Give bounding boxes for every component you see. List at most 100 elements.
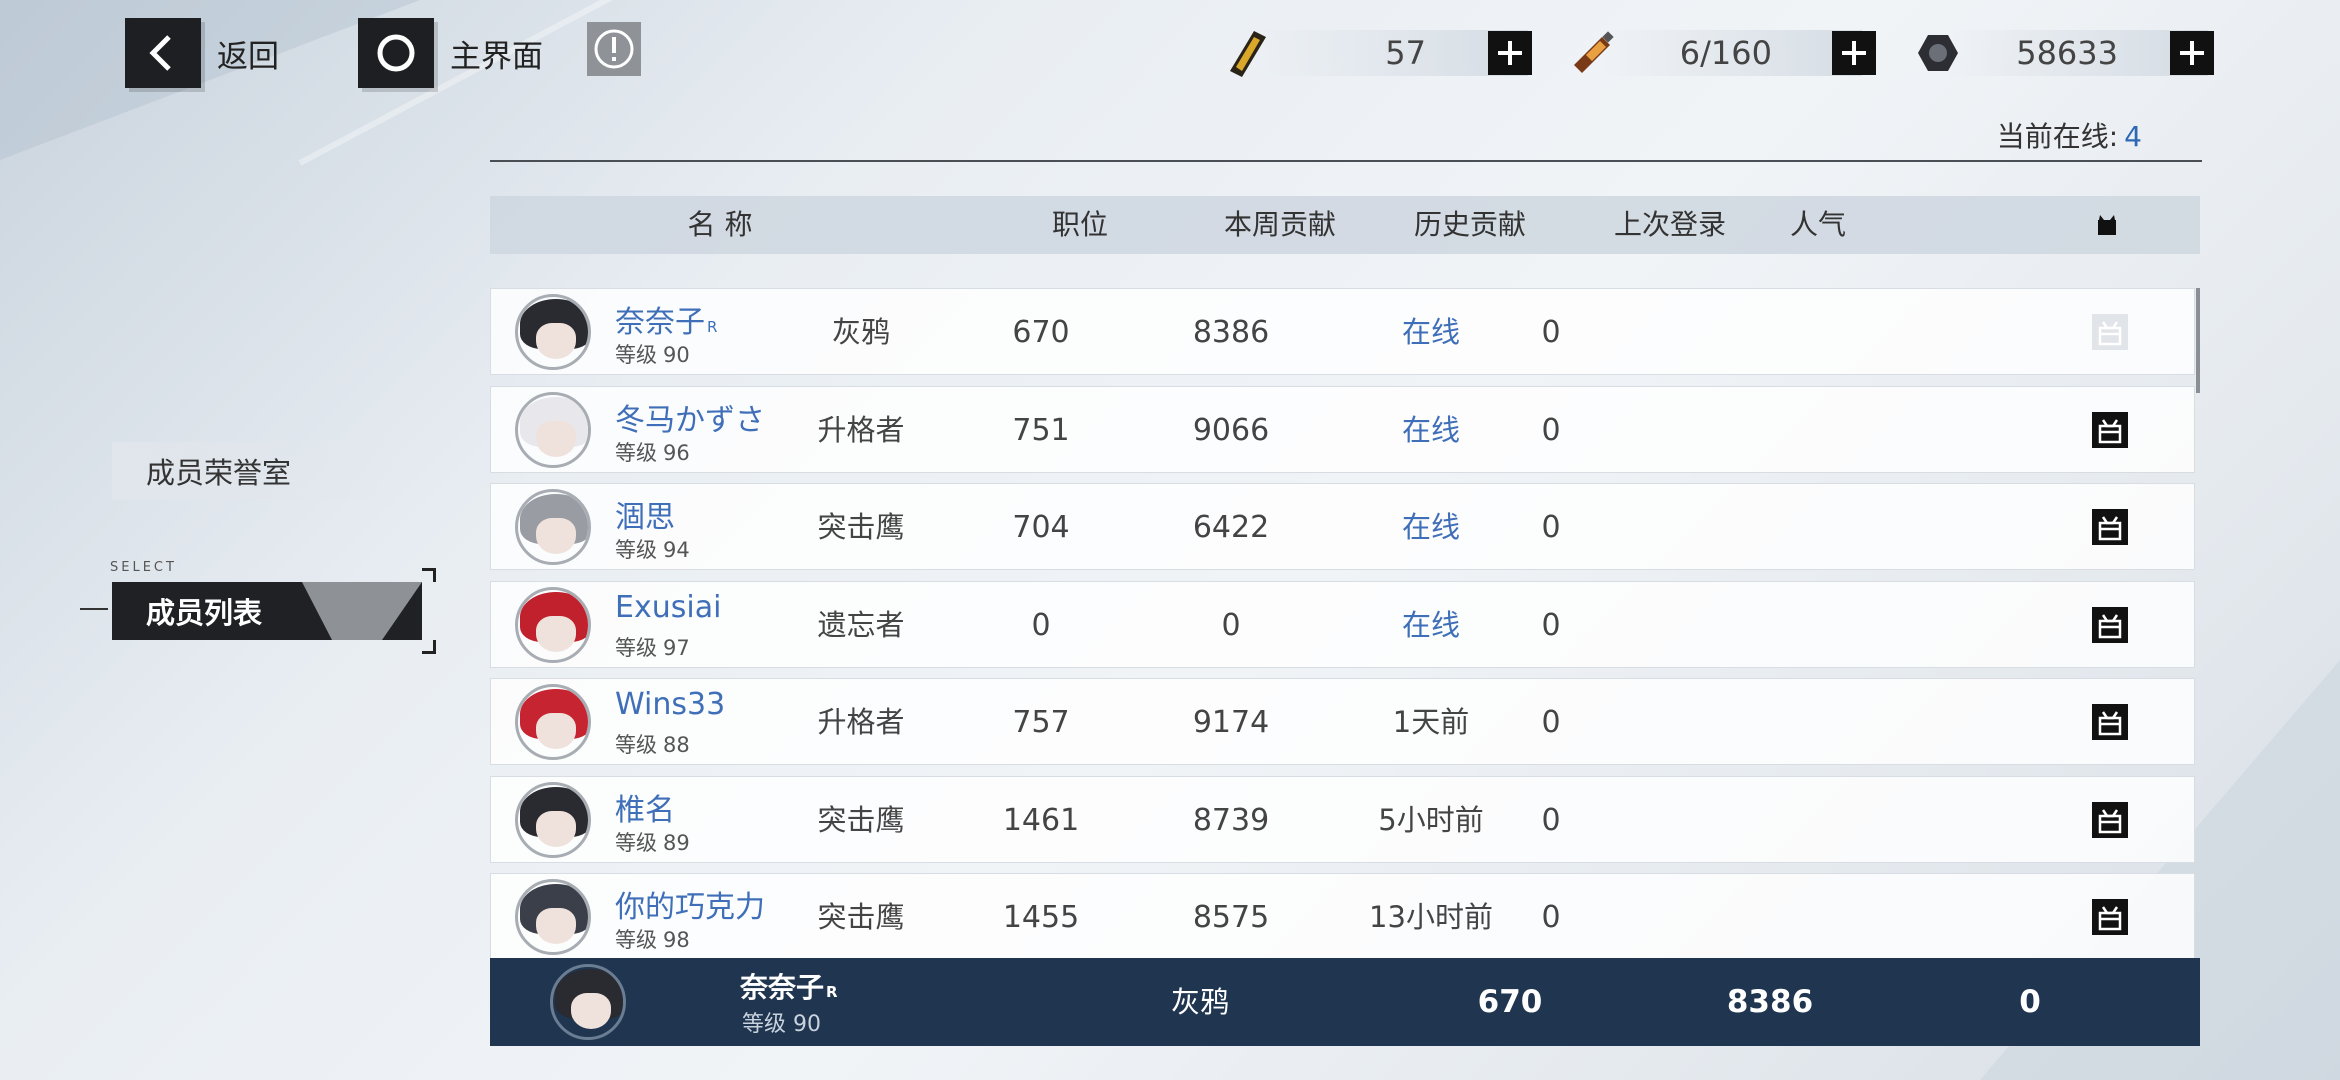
member-name[interactable]: 涸思	[615, 492, 677, 536]
avatar[interactable]	[515, 782, 591, 858]
header-week-contribution[interactable]: 本周贡献	[1170, 196, 1390, 254]
header-history-contribution[interactable]: 历史贡献	[1360, 196, 1580, 254]
table-row[interactable]: 冬马かずさ 等级 96 升格者 751 9066 在线 0	[490, 386, 2195, 473]
back-button[interactable]: 返回	[125, 18, 279, 88]
avatar[interactable]	[515, 392, 591, 468]
header-rank[interactable]: 职位	[980, 196, 1180, 254]
member-name[interactable]: 奈奈子 R	[615, 297, 717, 341]
home-label: 主界面	[450, 38, 543, 75]
add-battery-button[interactable]	[1832, 31, 1876, 75]
table-row[interactable]: 椎名 等级 89 突击鹰 1461 8739 5小时前 0	[490, 776, 2195, 863]
member-level: 等级 90	[615, 339, 690, 369]
member-level: 等级 88	[615, 729, 690, 759]
self-week: 670	[1477, 984, 1543, 1020]
info-button[interactable]	[587, 22, 641, 76]
avatar[interactable]	[515, 684, 591, 760]
sidebar-item-member-list[interactable]: 成员列表	[112, 582, 422, 640]
member-name-text: 奈奈子	[615, 305, 705, 340]
member-name-text: 涸思	[615, 500, 675, 535]
member-name-text: 椎名	[615, 793, 675, 828]
battery-icon	[1562, 23, 1622, 83]
exclamation-icon	[594, 29, 634, 69]
gift-icon	[2092, 802, 2128, 838]
gift-icon	[2092, 607, 2128, 643]
avatar[interactable]	[515, 489, 591, 565]
gift-button[interactable]	[2089, 701, 2131, 743]
level-prefix: 等级	[615, 831, 657, 855]
gift-icon	[2092, 314, 2128, 350]
table-row[interactable]: Wins33 等级 88 升格者 757 9174 1天前 0	[490, 678, 2195, 765]
selection-bracket	[422, 640, 436, 654]
member-popularity: 0	[1541, 315, 1561, 350]
sidebar-item-honor-room[interactable]: 成员荣誉室	[112, 442, 402, 500]
member-name-text: Wins33	[615, 687, 726, 722]
gift-icon	[2082, 196, 2132, 254]
gift-button[interactable]	[2089, 896, 2131, 938]
selection-marker	[80, 608, 108, 610]
avatar[interactable]	[515, 294, 591, 370]
table-row[interactable]: 你的巧克力 等级 98 突击鹰 1455 8575 13小时前 0	[490, 873, 2195, 958]
member-popularity: 0	[1541, 510, 1561, 545]
level-value: 89	[663, 831, 690, 855]
table-row[interactable]: Exusiai 等级 97 遗忘者 0 0 在线 0	[490, 581, 2195, 668]
self-level: 等级 90	[742, 1012, 821, 1037]
back-label: 返回	[217, 38, 279, 75]
self-name: 奈奈子 R	[740, 966, 838, 1006]
gift-button[interactable]	[2089, 506, 2131, 548]
member-name[interactable]: Exusiai	[615, 590, 723, 625]
sidebar-item-label: 成员荣誉室	[146, 456, 292, 490]
select-tag: SELECT	[110, 560, 177, 575]
add-ticket-button[interactable]	[1488, 31, 1532, 75]
level-value: 88	[663, 733, 690, 757]
online-count: 当前在线: 4	[1997, 115, 2142, 155]
divider	[490, 160, 2202, 162]
gift-icon	[2092, 704, 2128, 740]
self-name-text: 奈奈子	[740, 971, 825, 1004]
header-popularity[interactable]: 人气	[1748, 196, 1888, 254]
ticket-icon	[1218, 23, 1278, 83]
member-popularity: 0	[1541, 705, 1561, 740]
member-popularity: 0	[1541, 803, 1561, 838]
member-popularity: 0	[1541, 900, 1561, 935]
member-name-text: Exusiai	[615, 590, 722, 625]
gift-icon	[2092, 412, 2128, 448]
gift-button[interactable]	[2089, 799, 2131, 841]
online-label: 当前在线:	[1996, 120, 2119, 153]
gift-button[interactable]	[2089, 604, 2131, 646]
level-value: 98	[663, 928, 690, 952]
member-list[interactable]: 奈奈子 R 等级 90 灰鸦 670 8386 在线 0 冬马かずさ 等级 96 升格者 751 9066 在…	[490, 288, 2200, 958]
member-name[interactable]: 椎名	[615, 785, 677, 829]
table-row[interactable]: 奈奈子 R 等级 90 灰鸦 670 8386 在线 0	[490, 288, 2195, 375]
gift-button[interactable]	[2089, 311, 2131, 353]
avatar[interactable]	[515, 879, 591, 955]
coin-icon	[1908, 23, 1968, 83]
level-value: 97	[663, 636, 690, 660]
self-history: 8386	[1726, 984, 1814, 1020]
scrollbar[interactable]	[2196, 288, 2200, 393]
avatar	[550, 964, 626, 1040]
self-row: 奈奈子 R 等级 90 灰鸦 670 8386 0	[490, 958, 2200, 1046]
resource-battery: 6/160	[1562, 22, 1876, 84]
resource-coin: 58633	[1908, 22, 2214, 84]
add-coin-button[interactable]	[2170, 31, 2214, 75]
self-tag: R	[826, 983, 838, 1001]
level-prefix: 等级	[615, 343, 657, 367]
level-prefix: 等级	[615, 441, 657, 465]
level-prefix: 等级	[615, 928, 657, 952]
level-prefix: 等级	[615, 538, 657, 562]
top-bar: 返回 主界面 57 6/160 58633	[0, 0, 2340, 110]
member-name[interactable]: Wins33	[615, 687, 727, 722]
back-arrow-icon	[125, 18, 201, 88]
avatar[interactable]	[515, 587, 591, 663]
member-level: 等级 89	[615, 827, 690, 857]
member-popularity: 0	[1541, 608, 1561, 643]
gift-icon	[2092, 899, 2128, 935]
table-row[interactable]: 涸思 等级 94 突击鹰 704 6422 在线 0	[490, 483, 2195, 570]
sidebar-item-label: 成员列表	[146, 596, 263, 630]
table-header: 名 称 职位 本周贡献 历史贡献 上次登录 人气	[490, 196, 2200, 254]
header-name[interactable]: 名 称	[600, 196, 840, 254]
self-popularity: 0	[2019, 984, 2041, 1020]
home-button[interactable]: 主界面	[358, 18, 543, 88]
gift-button[interactable]	[2089, 409, 2131, 451]
header-last-login[interactable]: 上次登录	[1560, 196, 1780, 254]
